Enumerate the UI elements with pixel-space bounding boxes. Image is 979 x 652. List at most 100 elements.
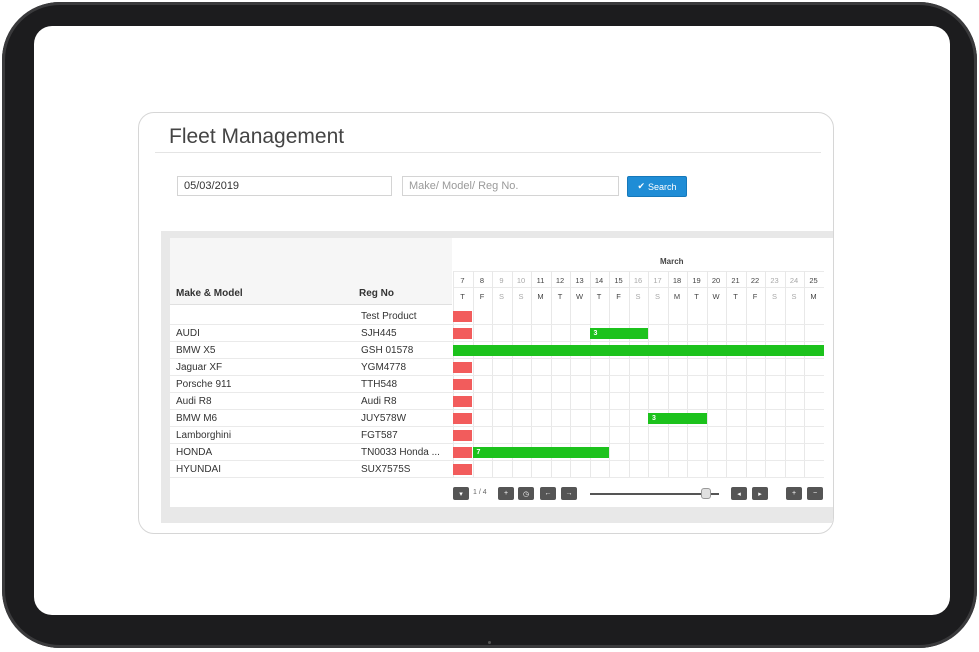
row-divider: [170, 341, 824, 342]
row-divider: [170, 477, 824, 478]
vehicle-make-model: HYUNDAI: [176, 464, 222, 475]
day-of-week: M: [537, 292, 544, 301]
today-marker[interactable]: [453, 447, 472, 458]
gantt-panel: Make & Model Reg No March 1 / 4 7 T 8 F 9 S 10…: [161, 231, 833, 523]
row-divider: [170, 443, 824, 444]
day-number: 16: [633, 276, 643, 285]
clock-icon: ◷: [522, 490, 530, 498]
row-divider: [170, 375, 824, 376]
day-number: 15: [614, 276, 623, 285]
zoom-in-icon: +: [791, 490, 797, 497]
vehicle-reg-no: SJH445: [361, 328, 397, 339]
day-number: 24: [789, 276, 799, 285]
vehicle-make-model: BMW X5: [176, 345, 216, 356]
day-of-week: M: [810, 292, 817, 301]
row-divider: [170, 409, 824, 410]
vehicle-reg-no: JUY578W: [361, 413, 407, 424]
page-indicator: 1 / 4: [473, 489, 487, 496]
row-divider: [170, 358, 824, 359]
column-header-make-model: Make & Model: [176, 288, 243, 299]
day-number: 14: [594, 276, 604, 285]
page-title: Fleet Management: [169, 125, 345, 148]
booking-bar[interactable]: 7: [472, 447, 609, 458]
booking-bar[interactable]: 3: [648, 413, 707, 424]
day-number: 17: [653, 276, 662, 285]
day-number: 7: [460, 276, 465, 285]
zoom-out-icon: −: [812, 490, 818, 497]
vehicle-make-model: Lamborghini: [176, 430, 232, 441]
day-number: 11: [536, 276, 545, 285]
step-forward-button[interactable]: ▸: [752, 487, 768, 500]
day-of-week: W: [575, 292, 584, 301]
today-marker[interactable]: [453, 311, 472, 322]
step-forward-icon: ▸: [758, 490, 762, 498]
today-marker[interactable]: [453, 413, 472, 424]
zoom-slider-handle[interactable]: [700, 488, 711, 499]
arrow-left-button[interactable]: ←: [540, 487, 556, 500]
day-of-week: M: [673, 292, 681, 301]
vehicle-reg-no: Audi R8: [361, 396, 397, 407]
vehicle-make-model: AUDI: [176, 328, 200, 339]
vehicle-make-model: Jaguar XF: [176, 362, 223, 373]
arrow-left-icon: ←: [544, 490, 552, 497]
day-of-week: W: [712, 292, 720, 301]
day-number: 18: [672, 276, 682, 285]
day-of-week: F: [479, 292, 485, 301]
screen: Fleet Management ✔ Search Make & Model R…: [34, 26, 950, 615]
today-marker[interactable]: [453, 396, 472, 407]
today-marker[interactable]: [453, 430, 472, 441]
day-number: 25: [809, 276, 818, 285]
row-divider: [170, 324, 824, 325]
clock-button[interactable]: ◷: [518, 487, 534, 500]
arrow-right-button[interactable]: →: [561, 487, 577, 500]
vehicle-reg-no: FGT587: [361, 430, 398, 441]
day-number: 19: [692, 276, 701, 285]
zoom-slider-track[interactable]: [590, 493, 719, 495]
plus-small-button[interactable]: +: [498, 487, 514, 500]
day-number: 8: [479, 276, 485, 285]
title-divider: [155, 152, 821, 153]
day-of-week: S: [654, 292, 660, 301]
tablet-frame: Fleet Management ✔ Search Make & Model R…: [2, 2, 977, 648]
timeline-header-line: [453, 287, 824, 288]
booking-bar[interactable]: 3: [589, 328, 648, 339]
today-marker[interactable]: [453, 379, 472, 390]
zoom-out-button[interactable]: −: [807, 487, 823, 500]
day-number: 20: [711, 276, 721, 285]
vehicle-make-model: HONDA: [176, 447, 213, 458]
step-back-icon: ◂: [737, 490, 741, 498]
chevron-down-button[interactable]: ▾: [453, 487, 469, 500]
day-of-week: S: [635, 292, 641, 301]
arrow-right-icon: →: [565, 490, 573, 497]
vehicle-reg-no: GSH 01578: [361, 345, 414, 356]
vehicle-reg-no: YGM4778: [361, 362, 407, 373]
day-number: 13: [575, 276, 584, 285]
today-marker[interactable]: [453, 328, 472, 339]
vehicle-reg-no: SUX7575S: [361, 464, 411, 475]
day-of-week: T: [694, 292, 699, 301]
day-of-week: T: [557, 292, 563, 301]
day-of-week: F: [616, 292, 621, 301]
search-input[interactable]: [402, 176, 619, 196]
vehicle-make-model: Porsche 911: [176, 379, 232, 390]
day-number: 9: [499, 276, 504, 285]
search-button[interactable]: ✔ Search: [627, 176, 687, 197]
step-back-button[interactable]: ◂: [731, 487, 747, 500]
day-of-week: S: [498, 292, 504, 301]
day-of-week: T: [733, 292, 738, 301]
vehicle-make-model: Audi R8: [176, 396, 212, 407]
vehicle-reg-no: TTH548: [361, 379, 398, 390]
month-label: March: [660, 257, 684, 266]
date-field[interactable]: [177, 176, 392, 196]
day-of-week: T: [460, 292, 465, 301]
booking-bar[interactable]: [453, 345, 824, 356]
day-number: 21: [731, 276, 740, 285]
today-marker[interactable]: [453, 464, 472, 475]
today-marker[interactable]: [453, 362, 472, 373]
gantt-chart: Make & Model Reg No March 1 / 4 7 T 8 F 9 S 10…: [170, 238, 833, 507]
zoom-in-button[interactable]: +: [786, 487, 802, 500]
day-of-week: S: [791, 292, 797, 301]
vehicle-reg-no: Test Product: [361, 311, 417, 322]
timeline-header-line: [453, 271, 824, 272]
fleet-card: Fleet Management ✔ Search Make & Model R…: [138, 112, 834, 534]
